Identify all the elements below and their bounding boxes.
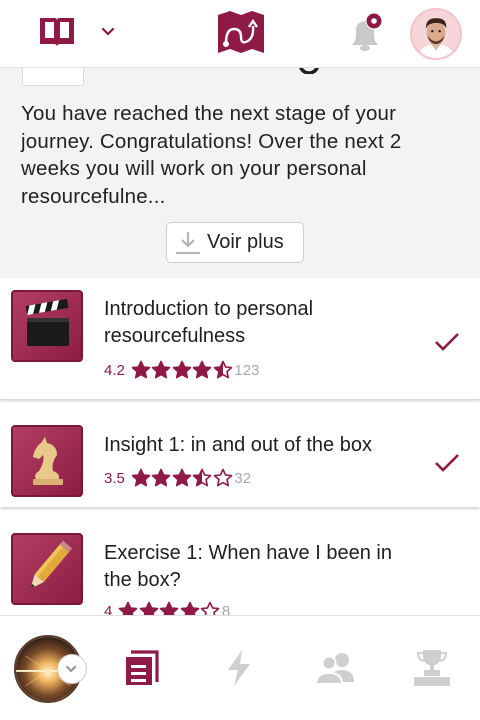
star-icon	[131, 360, 151, 379]
stage-description: You have reached the next stage of your …	[21, 102, 402, 208]
voir-plus-label: Voir plus	[207, 231, 284, 253]
lesson-card[interactable]: Insight 1: in and out of the box 3.5 32	[0, 414, 480, 507]
chevron-down-icon[interactable]	[100, 24, 116, 40]
journey-menu-button[interactable]	[57, 654, 87, 684]
star-icon	[172, 468, 192, 487]
pencil-icon	[30, 540, 73, 589]
content-icon[interactable]	[121, 648, 163, 688]
download-icon	[176, 231, 200, 254]
chevron-down-icon	[65, 665, 77, 673]
star-icon	[152, 360, 171, 379]
check-icon	[435, 333, 459, 351]
star-icon	[172, 360, 192, 379]
bell-icon[interactable]	[344, 12, 386, 54]
top-bar	[0, 0, 480, 68]
star-rating	[131, 360, 234, 380]
journey-map-logo[interactable]	[216, 9, 266, 57]
star-icon	[213, 468, 233, 487]
lightning-icon[interactable]	[218, 648, 260, 688]
lesson-title: Exercise 1: When have I been in the box?	[104, 542, 392, 591]
trophy-icon[interactable]	[411, 648, 453, 688]
star-icon	[131, 468, 151, 487]
lesson-title: Introduction to personal resourcefulness	[104, 298, 314, 347]
rating-value: 4.2	[104, 361, 125, 379]
voir-plus-button[interactable]: Voir plus	[166, 222, 304, 263]
book-icon[interactable]	[38, 16, 76, 48]
rating-count: 32	[234, 469, 252, 487]
clapperboard-icon	[25, 298, 69, 346]
people-icon[interactable]	[314, 648, 356, 688]
star-icon	[213, 360, 233, 379]
lesson-title: Insight 1: in and out of the box	[104, 434, 372, 456]
star-icon	[193, 468, 212, 487]
star-rating	[131, 468, 234, 488]
stage-intro: You have reached the next stage of your …	[0, 54, 480, 278]
lesson-card[interactable]: Introduction to personal resourcefulness…	[0, 279, 480, 399]
bottom-nav	[0, 615, 480, 720]
avatar[interactable]	[410, 8, 462, 60]
chess-knight-icon	[33, 437, 63, 485]
rating-value: 3.5	[104, 469, 125, 487]
lesson-thumbnail	[11, 290, 83, 362]
star-icon	[193, 360, 212, 379]
star-icon	[152, 468, 171, 487]
rating-count: 123	[234, 361, 260, 379]
lesson-thumbnail	[11, 425, 83, 497]
lesson-rating: 3.5 32	[104, 467, 251, 489]
check-icon	[435, 454, 459, 472]
lesson-rating: 4.2 123	[104, 359, 259, 381]
lesson-thumbnail	[11, 533, 83, 605]
